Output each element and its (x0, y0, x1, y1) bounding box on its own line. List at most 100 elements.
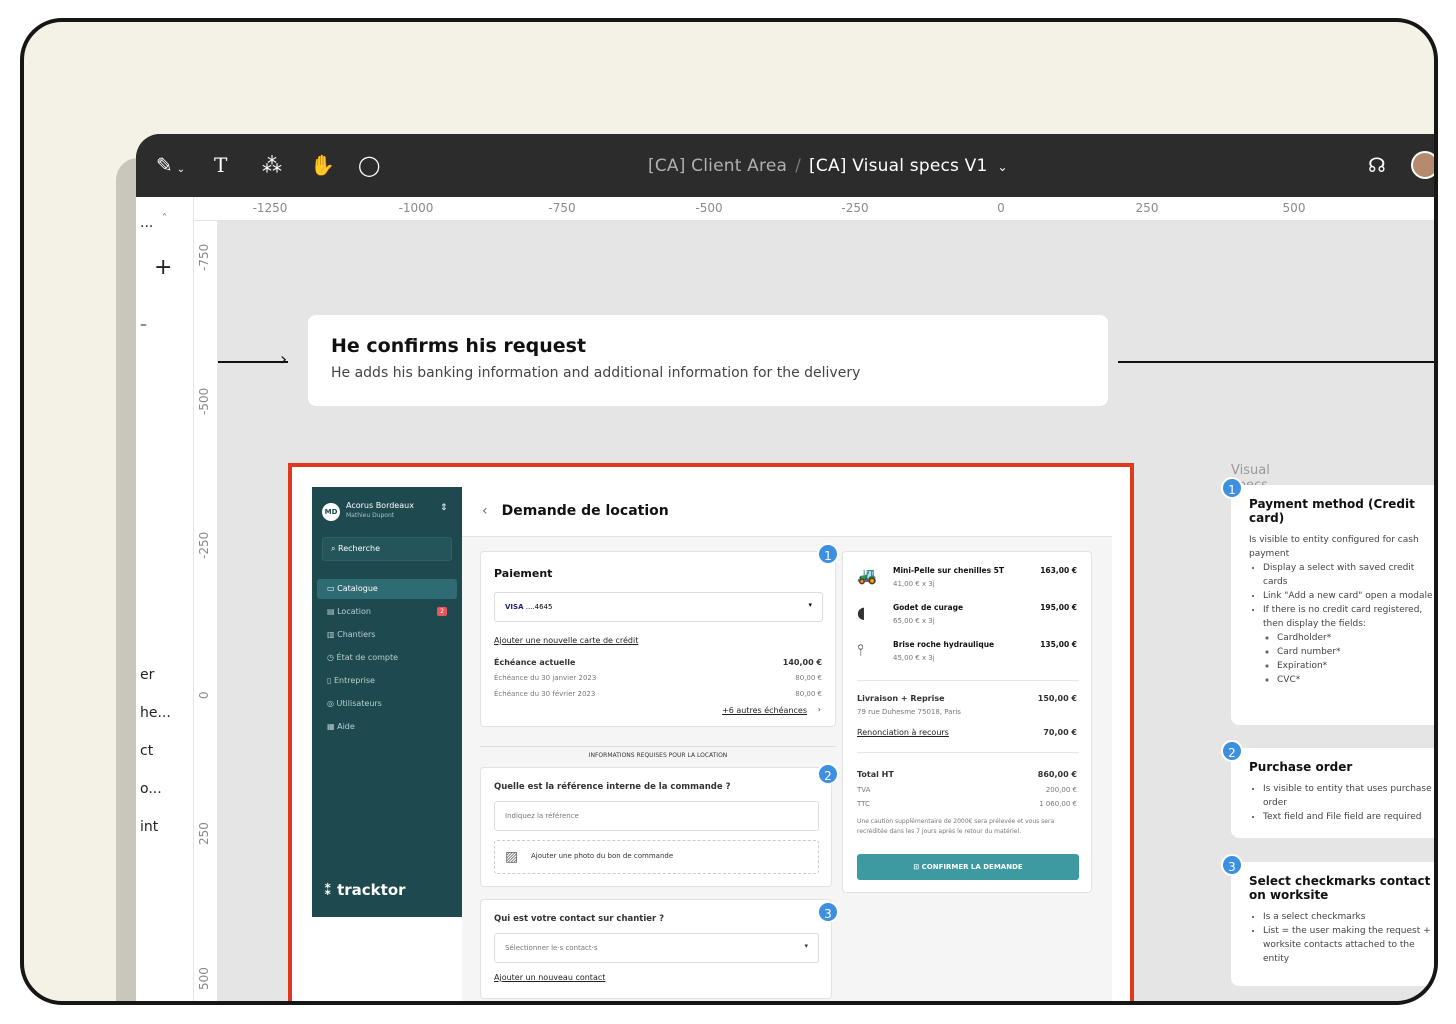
summary-card: 🚜 Mini-Pelle sur chenilles 5T 41,00 € x 3j… (842, 551, 1092, 893)
item-image: ◖ (857, 603, 866, 622)
current-due-label: Échéance actuelle (494, 658, 576, 667)
spec-bullet: If there is no credit card registered, t… (1263, 603, 1434, 687)
ruler-label: -1000 (398, 201, 434, 215)
page-header: ‹ Demande de location (462, 487, 1112, 537)
top-toolbar: ✎ ⌄ T ⁂ ✋ ◯ [CA] Client Area / [CA] Visual … (136, 134, 1434, 197)
reference-input[interactable]: Indiquez la référence (494, 801, 819, 831)
figma-window: ✎ ⌄ T ⁂ ✋ ◯ [CA] Client Area / [CA] Visual … (136, 134, 1434, 1001)
visa-icon: VISA (505, 603, 524, 611)
upload-hint: une photo du bon de commande (556, 852, 674, 860)
nav-label: Entreprise (333, 676, 375, 685)
item-price: 135,00 € (1040, 640, 1077, 649)
spec-bullet: Link "Add a new card" open a modale (1263, 589, 1434, 603)
company-avatar: MD (322, 503, 340, 521)
spec-intro: Is visible to entity configured for cash… (1249, 535, 1419, 559)
nav-label: Aide (337, 722, 355, 731)
due-row-label: Échéance du 30 février 2023 (494, 690, 596, 698)
due-row-amount: 80,00 € (795, 674, 822, 682)
selected-frame[interactable]: MD Acorus Bordeaux Mathieu Dupont ⇕ ⌕ Re… (288, 463, 1134, 1001)
sidebar-item-catalogue[interactable]: ▭ Catalogue (317, 579, 457, 599)
breadcrumb: [CA] Client Area / [CA] Visual specs V1 ⌄ (648, 156, 1008, 176)
ruler-label: -500 (197, 387, 211, 415)
sidebar-item-utilisateurs[interactable]: ◎ Utilisateurs (317, 694, 457, 714)
confirm-button[interactable]: ⊡ CONFIRMER LA DEMANDE (857, 854, 1079, 880)
sidebar-item-chantiers[interactable]: ▥ Chantiers (317, 625, 457, 645)
spec-field: CVC* (1277, 673, 1434, 687)
layer-item[interactable]: he... (140, 705, 171, 721)
layer-item[interactable]: er (140, 667, 154, 683)
add-card-link[interactable]: Ajouter une nouvelle carte de crédit (494, 636, 638, 645)
layer-item[interactable]: int (140, 819, 158, 835)
spec-card-1[interactable]: Payment method (Credit card) Is visible … (1231, 485, 1434, 725)
spec-card-2[interactable]: Purchase order Is visible to entity that… (1231, 748, 1434, 838)
tva-amount: 200,00 € (1045, 786, 1077, 794)
chevron-down-icon: ▾ (804, 942, 808, 950)
step-subtitle: He adds his banking information and addi… (331, 365, 861, 381)
components-tool-icon[interactable]: ⁂ (262, 154, 282, 176)
image-icon: ▨ (505, 849, 519, 865)
text-tool-icon[interactable]: T (214, 154, 227, 176)
step-card[interactable]: He confirms his request He adds his bank… (308, 315, 1108, 406)
due-row-label: Échéance du 30 janvier 2023 (494, 674, 597, 682)
item-name: Godet de curage (893, 603, 964, 612)
comment-tool-icon[interactable]: ◯ (358, 154, 380, 176)
ruler-label: 0 (997, 201, 1005, 215)
spec-marker: 2 (817, 763, 839, 785)
renunciation-link[interactable]: Renonciation à recours (857, 728, 949, 737)
add-contact-link[interactable]: Ajouter un nouveau contact (494, 973, 605, 982)
divider-label-wrap: INFORMATIONS REQUISES POUR LA LOCATION (480, 742, 836, 761)
spec-list: Display a select with saved credit cards… (1249, 561, 1434, 687)
flow-arrow (218, 361, 288, 363)
spec-bullet: List = the user making the request + wor… (1263, 924, 1434, 966)
upload-dropzone[interactable]: ▨ Ajouter une photo du bon de commande (494, 840, 819, 874)
search-input[interactable]: ⌕ Recherche (322, 537, 452, 561)
add-icon[interactable]: + (154, 255, 172, 280)
device-frame: ✎ ⌄ T ⁂ ✋ ◯ [CA] Client Area / [CA] Visual … (20, 18, 1438, 1005)
logo: ⁑ tracktor (324, 881, 406, 899)
design-canvas[interactable]: › He confirms his request He adds his ba… (218, 221, 1434, 1001)
chevron-up-icon[interactable]: ˄ (162, 213, 167, 224)
spec-bullet-text: If there is no credit card registered, t… (1263, 605, 1423, 629)
breadcrumb-current[interactable]: [CA] Visual specs V1 (809, 156, 987, 176)
breadcrumb-parent[interactable]: [CA] Client Area (648, 156, 787, 176)
switch-company-icon[interactable]: ⇕ (440, 503, 448, 513)
pen-tool-icon[interactable]: ✎ ⌄ (156, 154, 185, 181)
back-icon[interactable]: ‹ (482, 503, 488, 519)
breadcrumb-separator: / (795, 156, 802, 176)
sidebar-item--tat-de-compte[interactable]: ◷ État de compte (317, 648, 457, 668)
avatar[interactable] (1411, 151, 1434, 179)
chevron-down-icon[interactable]: ⌄ (998, 160, 1008, 174)
ruler-label: -250 (841, 201, 869, 215)
nav-icon: ▥ (327, 630, 338, 639)
spec-title: Select checkmarks contact on worksite (1249, 874, 1431, 902)
sidebar-item-entreprise[interactable]: ▯ Entreprise (317, 671, 457, 691)
vertical-ruler: -750 -500 -250 0 250 500 (194, 221, 218, 1001)
spec-sublist: Cardholder* Card number* Expiration* CVC… (1263, 631, 1434, 687)
logo-icon: ⁑ (324, 881, 332, 899)
sidebar-item-location[interactable]: ▤ Location 2 (317, 602, 457, 622)
upload-action: Ajouter (531, 852, 557, 860)
more-dues-link[interactable]: +6 autres échéances (722, 706, 807, 715)
layer-item[interactable]: ... (140, 215, 153, 231)
sidebar-item-aide[interactable]: ▦ Aide (317, 717, 457, 737)
spec-card-3[interactable]: Select checkmarks contact on worksite Is… (1231, 862, 1434, 986)
ruler-label: 250 (1135, 201, 1159, 215)
confirm-label: CONFIRMER LA DEMANDE (921, 863, 1023, 871)
contact-select[interactable]: Sélectionner le·s contact·s ▾ (494, 933, 819, 963)
headphones-icon[interactable]: ☊ (1368, 154, 1386, 176)
hand-tool-icon[interactable]: ✋ (310, 154, 335, 176)
ruler-label: 500 (197, 967, 211, 990)
lock-icon: ⊡ (913, 863, 920, 871)
layer-item[interactable]: ct (140, 743, 153, 759)
divider-label: INFORMATIONS REQUISES POUR LA LOCATION (582, 752, 734, 759)
total-ht: 860,00 € (1037, 770, 1077, 779)
ruler-label: -1250 (252, 201, 288, 215)
layer-item[interactable]: o... (140, 781, 162, 797)
ruler-label: 250 (197, 822, 211, 845)
chevron-right-icon[interactable]: › (818, 705, 821, 714)
nav-label: Chantiers (337, 630, 376, 639)
spec-bullet: Text field and File field are required (1263, 810, 1434, 824)
reference-question: Quelle est la référence interne de la co… (494, 782, 731, 792)
ttc-label: TTC (857, 800, 870, 808)
card-select[interactable]: VISA ....4645 ▾ (494, 592, 823, 622)
